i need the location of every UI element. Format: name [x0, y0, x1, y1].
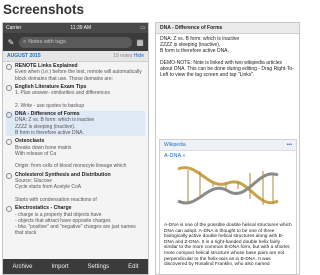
- dna-helix-icon: [177, 166, 279, 205]
- note-preview: Breaks down bone matrix With release of …: [15, 144, 127, 170]
- dna-image: [160, 161, 296, 223]
- search-bar: ✎ ⌕ Notes with tags ▦: [3, 33, 148, 51]
- notes-list: RENOTE Links Explained Even when (i.e.) …: [3, 62, 148, 237]
- bullet-icon: [6, 206, 12, 213]
- compose-icon[interactable]: ✎: [6, 37, 16, 47]
- wikipedia-card: Wikipedia ••• A-DNA » A-DNA is one of th…: [159, 139, 297, 274]
- carrier-label: Carrier: [6, 25, 22, 31]
- settings-button[interactable]: Settings: [87, 264, 109, 270]
- page-title: Screenshots: [3, 2, 85, 17]
- note-preview: - charge is a property that objects have…: [15, 211, 136, 237]
- note-body[interactable]: DNA: Z vs. B form: which is inactive ZZZ…: [156, 34, 299, 85]
- bottom-toolbar: Archive Import Settings Edit: [3, 259, 148, 274]
- bullet-icon: [6, 172, 12, 179]
- search-input[interactable]: ⌕ Notes with tags: [19, 36, 132, 48]
- import-button[interactable]: Import: [51, 264, 68, 270]
- list-item-selected[interactable]: DNA - Difference of Forms DNA: Z vs. B f…: [6, 111, 145, 137]
- list-item[interactable]: Electrostatics - Charge - charge is a pr…: [6, 205, 145, 236]
- tags-icon[interactable]: ▦: [135, 37, 145, 47]
- archive-button[interactable]: Archive: [12, 264, 32, 270]
- hide-link[interactable]: Hide: [134, 53, 144, 59]
- note-preview: Even when (i.e.) before the text, remote…: [15, 69, 142, 82]
- search-icon: ⌕: [23, 38, 27, 45]
- wiki-source: Wikipedia: [164, 142, 186, 148]
- wiki-header: Wikipedia •••: [160, 140, 296, 151]
- battery-icon: ▭: [140, 25, 145, 31]
- note-preview: DNA: Z vs. B form: which is inactive ZZZ…: [15, 117, 95, 136]
- note-preview: Source: Glucose Cycle starts from Acetyl…: [15, 178, 97, 203]
- note-paragraph: DNA: Z vs. B form: which is inactive ZZZ…: [160, 36, 240, 55]
- month-label: AUGUST 2015: [7, 53, 41, 59]
- list-item[interactable]: Osteoclasts Breaks down bone matrix With…: [6, 138, 145, 169]
- wiki-section-link[interactable]: A-DNA »: [160, 151, 296, 161]
- note-count: 19 notes: [113, 53, 133, 59]
- note-header: DNA - Difference of Forms: [156, 23, 299, 34]
- edit-button[interactable]: Edit: [128, 264, 138, 270]
- bullet-icon: [6, 84, 12, 91]
- time-label: 11:39 AM: [70, 25, 92, 31]
- search-placeholder: Notes with tags: [28, 39, 66, 45]
- list-item[interactable]: Cholesterol Synthesis and Distribution S…: [6, 172, 145, 203]
- phone-screen: Carrier 11:39 AM ▭ ✎ ⌕ Notes with tags ▦…: [2, 22, 149, 275]
- list-item[interactable]: English Literature Exam Tips 1. Plan ans…: [6, 84, 145, 109]
- month-header: AUGUST 2015 19 notes Hide: [3, 51, 148, 62]
- note-preview: 1. Plan answer- similarities and differe…: [15, 90, 110, 109]
- note-paragraph: DEMO-NOTE: Note is linked with two wikip…: [160, 59, 294, 79]
- more-icon[interactable]: •••: [287, 142, 292, 148]
- bullet-icon: [6, 139, 12, 146]
- status-bar: Carrier 11:39 AM ▭: [3, 23, 148, 33]
- bullet-icon: [6, 112, 12, 119]
- wiki-article-text: A-DNA is one of the possible double heli…: [164, 223, 292, 268]
- bullet-icon: [6, 64, 12, 70]
- list-item[interactable]: RENOTE Links Explained Even when (i.e.) …: [6, 63, 145, 82]
- tablet-screen: DNA - Difference of Forms DNA: Z vs. B f…: [155, 22, 300, 275]
